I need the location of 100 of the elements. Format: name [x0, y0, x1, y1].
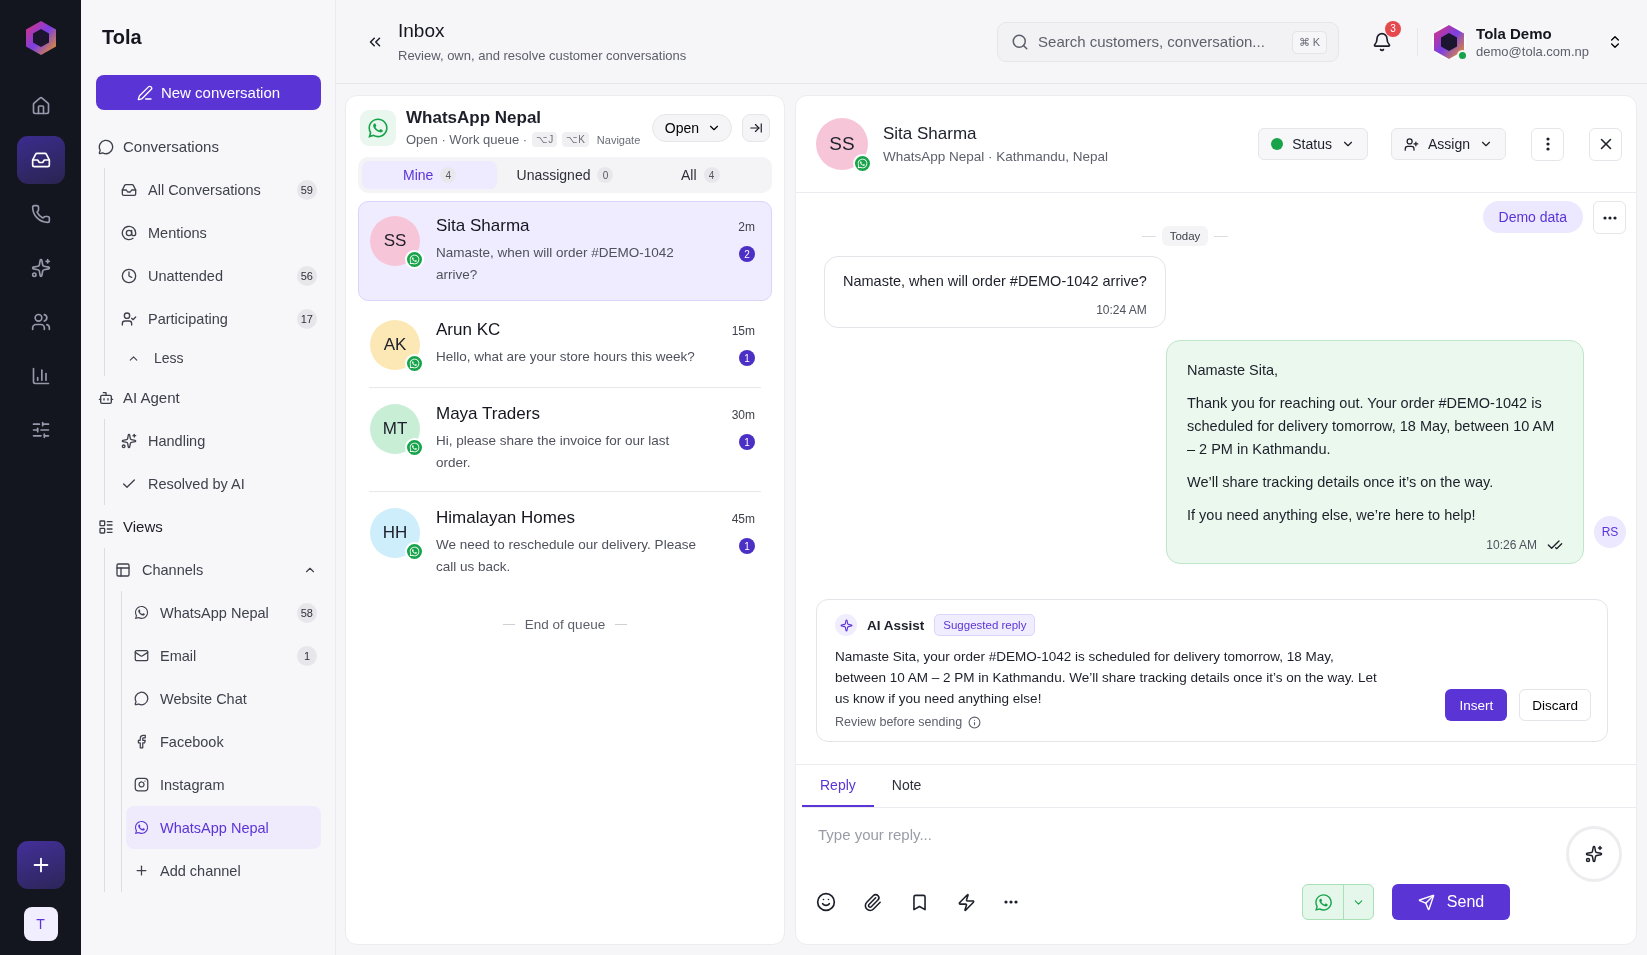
- nav-item[interactable]: Handling: [113, 419, 321, 462]
- section-header[interactable]: AI Agent: [96, 376, 321, 419]
- channel-label: Website Chat: [160, 690, 248, 707]
- robot-icon: [98, 389, 114, 406]
- end-of-queue-label: End of queue: [524, 617, 606, 632]
- contact-name: Sita Sharma: [436, 216, 531, 236]
- more-icon: [1602, 215, 1617, 220]
- channel-label: WhatsApp Nepal: [160, 604, 270, 621]
- new-conversation-button[interactable]: New conversation: [96, 75, 321, 110]
- smile-icon: [816, 892, 836, 912]
- nav-label: Participating: [148, 310, 229, 327]
- contact-meta: WhatsApp Nepal · Kathmandu, Nepal: [883, 149, 1110, 164]
- unread-count: 1: [739, 538, 755, 554]
- ai-assist-title: AI Assist: [867, 617, 925, 633]
- queue-tab[interactable]: Mine 4: [362, 161, 498, 189]
- conversation-item[interactable]: SS Sita Sharma Namaste, when will order #DEMO-1042 arrive? 2m 2: [358, 201, 772, 301]
- message-text: If you need anything else, we’re here to help!: [1187, 506, 1477, 525]
- composer-tab[interactable]: Note: [873, 765, 940, 807]
- inbox-icon: [30, 150, 51, 170]
- contact-avatar: MT: [370, 404, 420, 454]
- key-hint: ⌥K: [562, 132, 589, 147]
- channel-label: Instagram: [160, 776, 226, 793]
- unread-count: 1: [739, 434, 755, 450]
- message-text: Namaste Sita,: [1187, 361, 1280, 380]
- reply-field[interactable]: Type your reply...: [802, 808, 1502, 861]
- channel-item[interactable]: Facebook: [126, 720, 321, 763]
- bell-icon: [1372, 31, 1393, 52]
- nav-label: Channels: [142, 561, 205, 578]
- message-text: Thank you for reaching out. Your order #DEMO-1042 is scheduled for delivery tomorrow, 18 May, between 10 AM – 2 PM in Kathmandu.: [1187, 394, 1556, 459]
- count-badge: 1: [297, 645, 317, 666]
- user-plus-icon: [1403, 136, 1419, 152]
- nav-button[interactable]: [16, 136, 65, 184]
- sparkle-icon: [835, 614, 857, 636]
- sparkles-icon: [1585, 845, 1603, 863]
- composer-tab[interactable]: Reply: [802, 765, 874, 807]
- nav-item[interactable]: Unattended 56: [113, 254, 321, 297]
- agent-avatar: RS: [1594, 516, 1626, 548]
- more-vertical-icon: [1545, 137, 1550, 151]
- contact-avatar: HH: [370, 508, 420, 558]
- pen-icon: [136, 84, 153, 101]
- nav-item[interactable]: Mentions: [113, 211, 321, 254]
- info-icon: [968, 715, 982, 729]
- section-header[interactable]: Views: [96, 505, 321, 548]
- user-avatar[interactable]: T: [23, 907, 58, 941]
- inbox-icon: [121, 181, 137, 198]
- channel-item[interactable]: Instagram: [126, 763, 321, 806]
- close-button[interactable]: [1589, 127, 1622, 161]
- count-badge: 56: [296, 265, 317, 286]
- queue-tab[interactable]: Unassigned 0: [497, 161, 633, 189]
- channel-item[interactable]: Email 1: [126, 634, 321, 677]
- message-preview: We need to reschedule our delivery. Please call us back.: [436, 536, 697, 576]
- date-divider: Today: [1161, 226, 1209, 246]
- channel-label: Add channel: [160, 862, 242, 879]
- page-title: Inbox: [398, 20, 446, 42]
- channels-group[interactable]: Channels: [113, 548, 321, 591]
- contact-name: Himalayan Homes: [436, 508, 576, 528]
- status-dropdown[interactable]: Open: [651, 113, 732, 142]
- channel-label: WhatsApp Nepal: [160, 819, 270, 836]
- discard-button[interactable]: Discard: [1519, 689, 1591, 721]
- channel-item[interactable]: WhatsApp Nepal: [126, 806, 321, 849]
- insert-button[interactable]: Insert: [1445, 689, 1508, 721]
- nav-label: All Conversations: [148, 181, 262, 198]
- at-sign-icon: [121, 224, 137, 241]
- unread-count: 1: [739, 350, 755, 366]
- message-preview: Namaste, when will order #DEMO-1042 arrive?: [436, 244, 675, 284]
- count-badge: 17: [296, 308, 317, 329]
- conversation-item[interactable]: AK Arun KC Hello, what are your store hours this week? 15m 1: [358, 305, 772, 385]
- brand-name: Tola: [102, 26, 143, 49]
- channel-item[interactable]: Add channel: [126, 849, 321, 892]
- user-check-icon: [121, 310, 137, 327]
- whatsapp-icon: [134, 605, 149, 620]
- nav-item[interactable]: Participating 17: [113, 297, 321, 340]
- paperclip-icon: [863, 892, 882, 912]
- section-header[interactable]: Conversations: [96, 125, 321, 168]
- assign-button[interactable]: Assign: [1390, 128, 1506, 160]
- add-button[interactable]: [16, 841, 65, 889]
- nav-item[interactable]: Resolved by AI: [113, 462, 321, 505]
- channel-item[interactable]: Website Chat: [126, 677, 321, 720]
- section-title: Views: [123, 518, 163, 535]
- status-button[interactable]: Status: [1258, 128, 1368, 160]
- send-icon: [1417, 893, 1435, 911]
- whatsapp-icon: [134, 820, 149, 835]
- user-menu[interactable]: Tola Demo demo@tola.com.np: [1432, 24, 1623, 59]
- ai-compose-button[interactable]: [1566, 826, 1622, 882]
- suggested-reply-text: Namaste Sita, your order #DEMO-1042 is scheduled for delivery tomorrow, 18 May, between 10 AM – 2 PM in Kathmandu. We’ll share tracking details once it’s on the way. Let us know if you need anything else!: [835, 648, 1378, 708]
- conversation-item[interactable]: MT Maya Traders Hi, please share the invoice for our last order. 30m 1: [358, 389, 772, 489]
- collapse-toggle[interactable]: Less: [113, 340, 321, 376]
- message-text: Namaste, when will order #DEMO-1042 arrive?: [843, 272, 1147, 291]
- more-icon: [1004, 900, 1018, 904]
- sparkles-icon: [121, 432, 137, 449]
- queue-tab[interactable]: All 4: [632, 161, 768, 189]
- user-name: Tola Demo: [1476, 24, 1553, 42]
- expand-button[interactable]: [742, 113, 770, 142]
- conversation-item[interactable]: HH Himalayan Homes We need to reschedule our delivery. Please call us back. 45m 1: [358, 493, 772, 593]
- channel-item[interactable]: WhatsApp Nepal 58: [126, 591, 321, 634]
- review-note: Review before sending: [835, 715, 963, 729]
- nav-item[interactable]: All Conversations 59: [113, 168, 321, 211]
- contact-name: Arun KC: [436, 320, 502, 340]
- arrow-to-line-icon: [749, 120, 763, 135]
- send-button[interactable]: Send: [1392, 884, 1510, 920]
